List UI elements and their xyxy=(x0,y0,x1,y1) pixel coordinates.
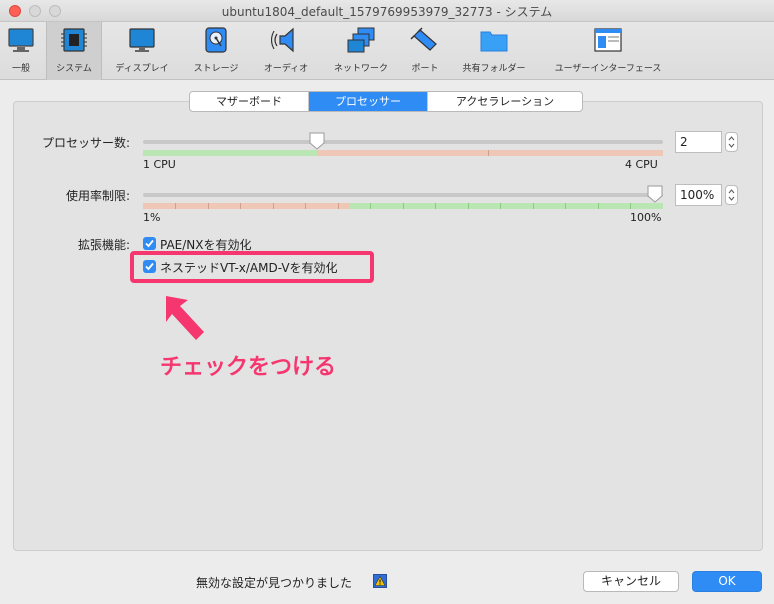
toolbar-item-label: 一般 xyxy=(11,64,30,74)
toolbar-item-label: ポート xyxy=(411,64,439,74)
toolbar-item-label: システム xyxy=(56,64,92,74)
pae-nx-checkbox[interactable] xyxy=(143,237,156,250)
toolbar-item-label: オーディオ xyxy=(263,64,309,74)
cancel-button[interactable]: キャンセル xyxy=(583,571,679,592)
window-title: ubuntu1804_default_1579769953979_32773 -… xyxy=(221,5,553,19)
cpu-count-stepper[interactable] xyxy=(725,132,738,152)
chip-icon xyxy=(61,28,87,52)
toolbar-item-label: ネットワーク xyxy=(333,64,388,74)
cpu-count-label: プロセッサー数: xyxy=(41,136,130,150)
disk-icon xyxy=(205,27,227,53)
tab-motherboard[interactable]: マザーボード xyxy=(190,92,309,111)
tab-acceleration[interactable]: アクセラレーション xyxy=(428,92,582,111)
stepper-arrows-icon xyxy=(728,136,735,148)
cpu-count-slider[interactable] xyxy=(143,140,663,144)
cpu-cap-field[interactable]: 100% xyxy=(675,184,722,206)
toolbar-item-label: ストレージ xyxy=(193,64,239,74)
validation-status: 無効な設定が見つかりました xyxy=(196,576,353,590)
cpu-cap-stepper[interactable] xyxy=(725,185,738,205)
toolbar-item-user-interface[interactable]: ユーザーインターフェース xyxy=(546,22,670,80)
checkmark-icon xyxy=(145,239,154,248)
cpu-cap-slider[interactable] xyxy=(143,193,663,197)
toolbar-item-system[interactable]: システム xyxy=(46,22,102,80)
toolbar-item-label: 共有フォルダー xyxy=(462,64,526,74)
cpu-count-field[interactable]: 2 xyxy=(675,131,722,153)
folder-icon xyxy=(480,31,508,52)
toolbar-item-label: ユーザーインターフェース xyxy=(554,64,662,74)
toolbar-item-general[interactable]: 一般 xyxy=(0,22,42,80)
display-icon xyxy=(129,28,155,52)
annotation-text: チェックをつける xyxy=(160,355,337,380)
cpu-cap-min-label: 1% xyxy=(143,211,161,224)
stepper-arrows-icon xyxy=(728,189,735,201)
plug-icon xyxy=(410,27,437,51)
extended-features-label: 拡張機能: xyxy=(77,238,130,252)
cpu-cap-max-label: 100% xyxy=(630,211,662,224)
tab-bar: マザーボード プロセッサー アクセラレーション xyxy=(189,91,583,112)
toolbar-item-shared-folders[interactable]: 共有フォルダー xyxy=(456,22,532,80)
network-icon xyxy=(347,27,375,53)
toolbar-item-ports[interactable]: ポート xyxy=(403,22,447,80)
annotation-highlight-box xyxy=(130,251,374,283)
window-icon xyxy=(594,28,622,52)
annotation-arrow-icon xyxy=(166,296,204,340)
toolbar-item-label: ディスプレイ xyxy=(115,64,169,74)
cpu-count-min-label: 1 CPU xyxy=(143,158,176,171)
cpu-count-slider-thumb[interactable] xyxy=(309,132,325,150)
speaker-icon xyxy=(271,27,294,53)
monitor-icon xyxy=(8,28,34,52)
cpu-cap-scale xyxy=(143,203,663,209)
cpu-count-scale xyxy=(143,150,663,156)
cpu-count-max-label: 4 CPU xyxy=(625,158,658,171)
cpu-cap-slider-thumb[interactable] xyxy=(647,185,663,203)
cpu-cap-label: 使用率制限: xyxy=(65,189,130,203)
tab-processor[interactable]: プロセッサー xyxy=(309,92,428,111)
ok-button[interactable]: OK xyxy=(692,571,762,592)
toolbar-item-display[interactable]: ディスプレイ xyxy=(108,22,176,80)
warning-icon[interactable] xyxy=(373,574,387,588)
toolbar-item-audio[interactable]: オーディオ xyxy=(256,22,316,80)
settings-toolbar: 一般 システム ディスプレイ ストレージ オーディオ ネットワーク ポート 共有… xyxy=(0,22,774,80)
toolbar-item-network[interactable]: ネットワーク xyxy=(326,22,396,80)
toolbar-item-storage[interactable]: ストレージ xyxy=(186,22,246,80)
title-bar: ubuntu1804_default_1579769953979_32773 -… xyxy=(0,0,774,22)
